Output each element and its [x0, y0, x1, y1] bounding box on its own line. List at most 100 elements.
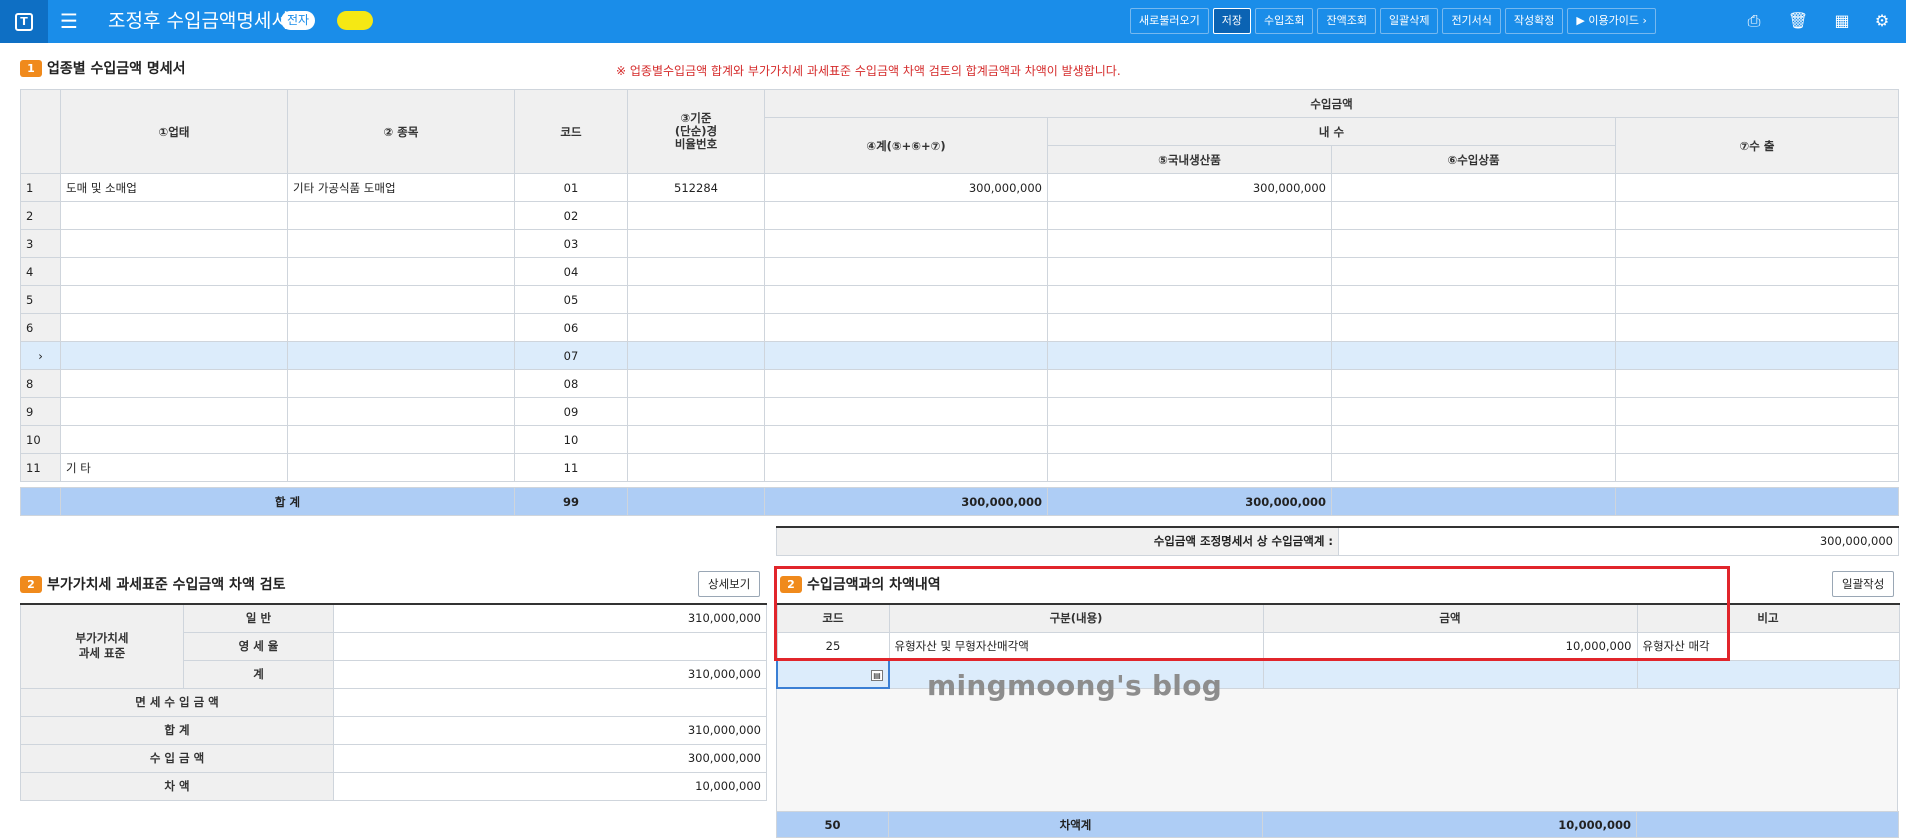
import-product-cell[interactable]: [1331, 425, 1616, 454]
jongmok-cell[interactable]: [287, 369, 515, 398]
table-row[interactable]: 5 05: [20, 285, 1900, 314]
export-cell[interactable]: [1614, 201, 1900, 230]
batch-create-button[interactable]: 일괄작성: [1832, 571, 1895, 597]
upte-cell[interactable]: 도매 및 소매업: [60, 173, 288, 202]
code-cell[interactable]: 05: [514, 285, 628, 314]
import-product-cell[interactable]: [1331, 173, 1616, 202]
guide-button[interactable]: ▶ 이용가이드 ›: [1567, 8, 1656, 34]
upte-cell[interactable]: [60, 285, 288, 314]
domestic-product-cell[interactable]: [1047, 285, 1332, 314]
gye-cell[interactable]: [764, 313, 1048, 342]
upte-cell[interactable]: [60, 369, 288, 398]
domestic-product-cell[interactable]: [1047, 313, 1332, 342]
toggle-switch[interactable]: [337, 11, 373, 30]
code-cell[interactable]: 04: [514, 257, 628, 286]
table-row[interactable]: 9 09: [20, 397, 1900, 426]
vat-row-value[interactable]: [333, 687, 767, 717]
table-row[interactable]: 1 도매 및 소매업 기타 가공식품 도매업 01 512284 300,000,000 3…: [20, 173, 1900, 202]
rate-cell[interactable]: [627, 229, 765, 258]
export-cell[interactable]: [1614, 453, 1900, 482]
import-product-cell[interactable]: [1331, 313, 1616, 342]
rate-cell[interactable]: [627, 453, 765, 482]
diff-code-input[interactable]: ▤: [776, 659, 890, 689]
table-row[interactable]: 10 10: [20, 425, 1900, 454]
code-cell[interactable]: 02: [514, 201, 628, 230]
code-cell[interactable]: 09: [514, 397, 628, 426]
import-product-cell[interactable]: [1331, 369, 1616, 398]
jongmok-cell[interactable]: [287, 397, 515, 426]
rate-cell[interactable]: [627, 257, 765, 286]
code-cell[interactable]: 10: [514, 425, 628, 454]
import-product-cell[interactable]: [1331, 341, 1616, 370]
import-product-cell[interactable]: [1331, 453, 1616, 482]
domestic-product-cell[interactable]: 300,000,000: [1047, 173, 1332, 202]
import-product-cell[interactable]: [1331, 397, 1616, 426]
upte-cell[interactable]: [60, 229, 288, 258]
table-row[interactable]: › 07: [20, 341, 1900, 370]
jongmok-cell[interactable]: [287, 425, 515, 454]
rate-cell[interactable]: [627, 285, 765, 314]
code-cell[interactable]: 06: [514, 313, 628, 342]
jongmok-cell[interactable]: 기타 가공식품 도매업: [287, 173, 515, 202]
import-product-cell[interactable]: [1331, 201, 1616, 230]
upte-cell[interactable]: [60, 201, 288, 230]
table-row[interactable]: 6 06: [20, 313, 1900, 342]
domestic-product-cell[interactable]: [1047, 257, 1332, 286]
diff-note-input[interactable]: [1636, 659, 1900, 689]
app-logo[interactable]: T: [0, 0, 48, 43]
vat-row-value[interactable]: [333, 631, 767, 661]
gye-cell[interactable]: [764, 453, 1048, 482]
export-cell[interactable]: [1614, 397, 1900, 426]
table-row[interactable]: 8 08: [20, 369, 1900, 398]
code-cell[interactable]: 01: [514, 173, 628, 202]
gye-cell[interactable]: [764, 369, 1048, 398]
previous-form-button[interactable]: 전기서식: [1442, 8, 1501, 34]
confirm-button[interactable]: 작성확정: [1504, 8, 1564, 34]
code-cell[interactable]: 03: [514, 229, 628, 258]
import-product-cell[interactable]: [1331, 257, 1616, 286]
upte-cell[interactable]: [60, 341, 288, 370]
menu-icon[interactable]: ☰: [60, 11, 82, 31]
gye-cell[interactable]: 300,000,000: [764, 173, 1048, 202]
gye-cell[interactable]: [764, 229, 1048, 258]
rate-cell[interactable]: [627, 313, 765, 342]
balance-lookup-button[interactable]: 잔액조회: [1317, 8, 1376, 34]
jongmok-cell[interactable]: [287, 313, 515, 342]
jongmok-cell[interactable]: [287, 453, 515, 482]
domestic-product-cell[interactable]: [1047, 425, 1332, 454]
domestic-product-cell[interactable]: [1047, 453, 1332, 482]
export-cell[interactable]: [1614, 341, 1900, 370]
table-row[interactable]: 11 기 타 11: [20, 453, 1900, 482]
jongmok-cell[interactable]: [287, 201, 515, 230]
reload-button[interactable]: 새로불러오기: [1130, 8, 1209, 34]
export-cell[interactable]: [1614, 285, 1900, 314]
table-row[interactable]: 4 04: [20, 257, 1900, 286]
detail-view-button[interactable]: 상세보기: [698, 571, 761, 597]
printer-icon[interactable]: ⎙: [1742, 9, 1766, 33]
export-cell[interactable]: [1614, 369, 1900, 398]
calculator-icon[interactable]: ▦: [1830, 9, 1854, 33]
rate-cell[interactable]: [627, 341, 765, 370]
import-product-cell[interactable]: [1331, 229, 1616, 258]
table-row[interactable]: 3 03: [20, 229, 1900, 258]
diff-amount-input[interactable]: [1262, 659, 1638, 689]
export-cell[interactable]: [1614, 229, 1900, 258]
gye-cell[interactable]: [764, 257, 1048, 286]
export-cell[interactable]: [1614, 257, 1900, 286]
gye-cell[interactable]: [764, 397, 1048, 426]
rate-cell[interactable]: [627, 397, 765, 426]
gye-cell[interactable]: [764, 285, 1048, 314]
vat-row-value[interactable]: 310,000,000: [333, 715, 767, 745]
vat-row-value[interactable]: 310,000,000: [333, 659, 767, 689]
jongmok-cell[interactable]: [287, 341, 515, 370]
jongmok-cell[interactable]: [287, 229, 515, 258]
upte-cell[interactable]: 기 타: [60, 453, 288, 482]
domestic-product-cell[interactable]: [1047, 341, 1332, 370]
import-product-cell[interactable]: [1331, 285, 1616, 314]
save-button[interactable]: 저장: [1212, 8, 1251, 34]
rate-cell[interactable]: [627, 369, 765, 398]
code-cell[interactable]: 07: [514, 341, 628, 370]
gye-cell[interactable]: [764, 201, 1048, 230]
domestic-product-cell[interactable]: [1047, 201, 1332, 230]
upte-cell[interactable]: [60, 425, 288, 454]
